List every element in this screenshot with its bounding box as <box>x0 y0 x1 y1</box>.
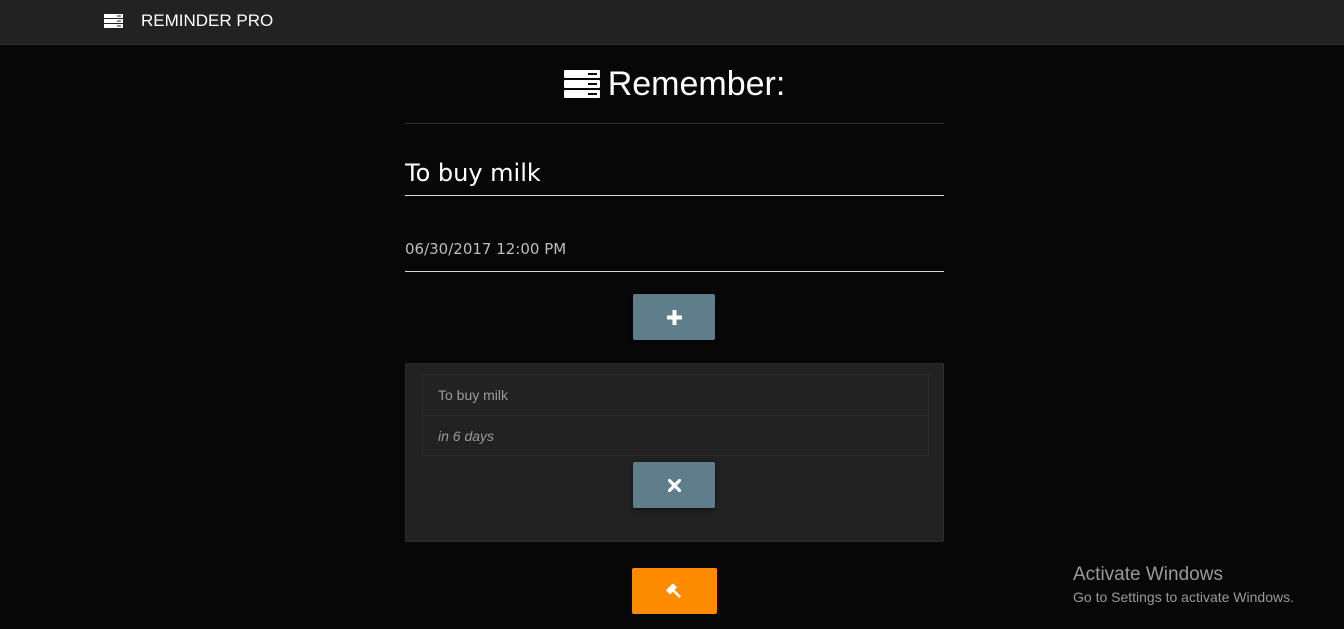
watermark-subtitle: Go to Settings to activate Windows. <box>1073 589 1294 605</box>
brand-name: REMINDER PRO <box>141 11 274 30</box>
server-stack-icon <box>563 70 600 98</box>
datetime-input[interactable] <box>405 226 944 272</box>
close-icon <box>667 478 681 492</box>
reminder-due: in 6 days <box>423 415 928 455</box>
gavel-icon <box>665 583 681 599</box>
brand-link[interactable]: REMINDER PRO <box>104 0 273 42</box>
reminders-panel: To buy milk in 6 days <box>405 363 944 542</box>
reminder-text: To buy milk <box>438 387 509 403</box>
page-title: Remember: <box>405 62 944 106</box>
delete-reminder-button[interactable] <box>633 462 715 508</box>
watermark-title: Activate Windows <box>1073 564 1223 585</box>
reminder-list: To buy milk in 6 days <box>422 374 929 456</box>
clear-reminders-button[interactable] <box>632 568 717 614</box>
add-reminder-button[interactable] <box>633 294 715 340</box>
plus-icon <box>666 309 682 325</box>
top-navbar: REMINDER PRO <box>0 0 1344 45</box>
divider <box>405 123 944 124</box>
windows-activation-watermark: Activate Windows Go to Settings to activ… <box>1073 563 1294 607</box>
reminder-text-input[interactable] <box>405 150 944 196</box>
page-title-text: Remember: <box>607 64 786 103</box>
server-stack-icon <box>104 14 123 28</box>
